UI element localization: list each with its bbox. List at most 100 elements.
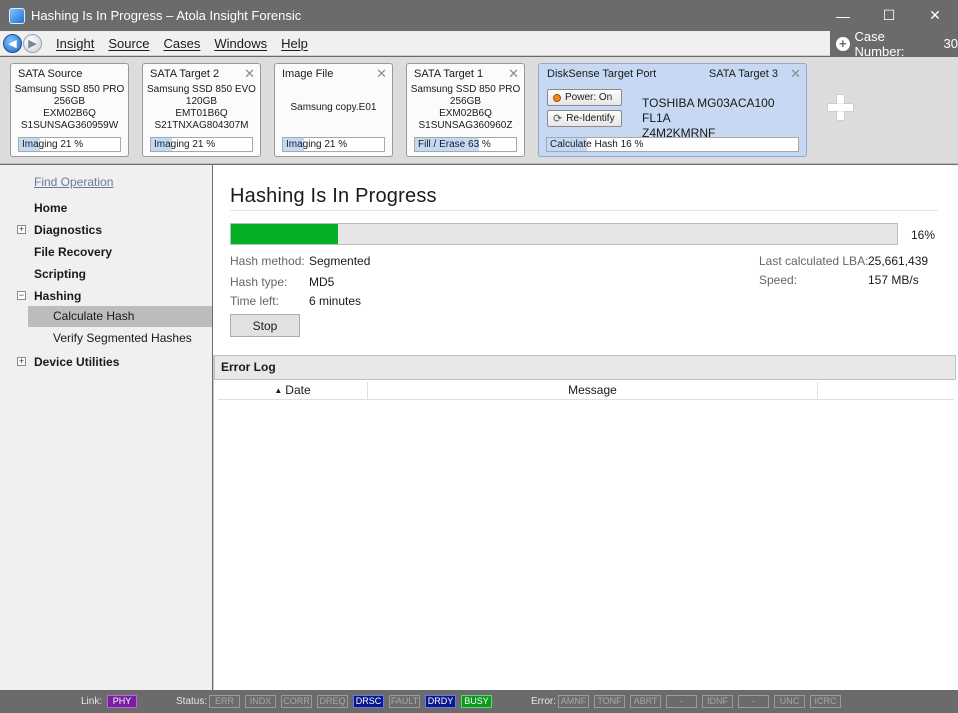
- sidebar-item-hashing[interactable]: − Hashing: [0, 289, 212, 305]
- sidebar-item-diagnostics[interactable]: + Diagnostics: [0, 223, 212, 239]
- progress-percent: 16%: [911, 228, 936, 242]
- device-card-info: Samsung copy.E01: [275, 102, 392, 114]
- device-task-percent: 21 %: [60, 139, 84, 150]
- column-header-date[interactable]: ▲ Date: [218, 382, 368, 400]
- device-capacity: 120GB: [185, 96, 218, 107]
- status-flag-fault: FAULT: [389, 695, 420, 708]
- device-serial: S1SUNSAG360960Z: [418, 120, 513, 131]
- device-model: TOSHIBA MG03ACA100 FL1A: [642, 96, 775, 125]
- forward-arrow-icon[interactable]: ▶: [23, 33, 42, 53]
- close-button[interactable]: ✕: [912, 0, 958, 31]
- device-card-sata-source[interactable]: SATA Source Samsung SSD 850 PRO 256GB EX…: [10, 63, 129, 157]
- device-task-status: Calculate Hash 16 %: [547, 138, 798, 151]
- device-firmware: EXM02B6Q: [43, 108, 96, 119]
- device-task-percent: 21 %: [192, 139, 216, 150]
- status-flag-drsc: DRSC: [353, 695, 384, 708]
- device-card-info: Samsung SSD 850 PRO 256GB EXM02B6Q S1SUN…: [407, 84, 524, 132]
- minimize-button[interactable]: —: [820, 0, 866, 31]
- sidebar-item-home[interactable]: Home: [0, 201, 212, 217]
- sidebar-item-calculate-hash[interactable]: Calculate Hash: [28, 306, 212, 327]
- sidebar-item-label: Diagnostics: [34, 223, 103, 237]
- error-label: Error:: [531, 696, 556, 707]
- error-flag-tonf: TONF: [594, 695, 625, 708]
- collapse-icon[interactable]: −: [17, 291, 26, 300]
- device-task-progress: Calculate Hash 16 %: [546, 137, 799, 152]
- operations-sidebar: Find Operation Home + Diagnostics File R…: [0, 165, 212, 690]
- device-task-progress: Imaging 21 %: [150, 137, 253, 152]
- device-task-progress: Fill / Erase 63 %: [414, 137, 517, 152]
- close-icon[interactable]: ✕: [244, 66, 255, 82]
- last-lba-label: Last calculated LBA:: [759, 254, 869, 268]
- power-button-label: Power: On: [565, 92, 613, 103]
- device-card-header: Image File: [282, 68, 334, 80]
- error-log-table-header: ▲ Date Message: [218, 382, 954, 400]
- status-flag-corr: CORR: [281, 695, 312, 708]
- device-model: Samsung SSD 850 EVO: [147, 84, 256, 95]
- status-bar: Link: PHY Status: ERR INDX CORR DREQ DRS…: [0, 691, 958, 713]
- status-flag-err: ERR: [209, 695, 240, 708]
- sort-ascending-icon: ▲: [274, 386, 283, 395]
- add-device-plus-icon[interactable]: [826, 93, 856, 123]
- menu-insight[interactable]: Insight: [56, 36, 94, 51]
- status-label: Status:: [176, 696, 208, 707]
- find-operation-link[interactable]: Find Operation: [34, 175, 113, 189]
- window-controls: — ☐ ✕: [820, 0, 958, 31]
- device-model-info: TOSHIBA MG03ACA100 FL1A Z4M2KMRNF: [642, 96, 806, 141]
- device-card-sata-target-2[interactable]: SATA Target 2 ✕ Samsung SSD 850 EVO 120G…: [142, 63, 261, 157]
- title-divider: [230, 210, 938, 211]
- menu-windows[interactable]: Windows: [214, 36, 267, 51]
- close-icon[interactable]: ✕: [376, 66, 387, 82]
- device-task-status: Fill / Erase 63 %: [415, 138, 516, 151]
- sidebar-item-label: Hashing: [34, 289, 82, 303]
- device-card-header: SATA Target 2: [150, 68, 220, 80]
- menu-cases[interactable]: Cases: [164, 36, 201, 51]
- re-identify-button[interactable]: ⟳ Re-Identify: [547, 110, 622, 127]
- sidebar-item-scripting[interactable]: Scripting: [0, 267, 212, 283]
- device-firmware: EXM02B6Q: [439, 108, 492, 119]
- menu-source[interactable]: Source: [108, 36, 149, 51]
- hash-method-label: Hash method:: [230, 254, 305, 268]
- hash-method-value: Segmented: [309, 254, 371, 268]
- sidebar-item-verify-segmented-hashes[interactable]: Verify Segmented Hashes: [28, 328, 212, 349]
- link-badge-phy: PHY: [107, 695, 137, 708]
- time-left-label: Time left:: [230, 294, 279, 308]
- device-card-image-file[interactable]: Image File ✕ Samsung copy.E01 Imaging 21…: [274, 63, 393, 157]
- error-flag-blank: -: [666, 695, 697, 708]
- error-flag-abrt: ABRT: [630, 695, 661, 708]
- device-task-percent: 63 %: [468, 139, 491, 150]
- error-flag-icrc: ICRC: [810, 695, 841, 708]
- stop-button[interactable]: Stop: [230, 314, 300, 337]
- error-flag-blank: -: [738, 695, 769, 708]
- device-firmware: EMT01B6Q: [175, 108, 228, 119]
- image-file-name: Samsung copy.E01: [290, 102, 377, 113]
- column-header-message[interactable]: Message: [368, 382, 818, 400]
- error-flag-unc: UNC: [774, 695, 805, 708]
- device-model: Samsung SSD 850 PRO: [14, 84, 125, 95]
- last-lba-value: 25,661,439: [868, 254, 929, 268]
- close-icon[interactable]: ✕: [508, 66, 519, 82]
- device-card-sata-target-1[interactable]: SATA Target 1 ✕ Samsung SSD 850 PRO 256G…: [406, 63, 525, 157]
- case-number-box[interactable]: + Case Number: 30: [830, 29, 958, 59]
- maximize-button[interactable]: ☐: [866, 0, 912, 31]
- status-flag-dreq: DREQ: [317, 695, 348, 708]
- back-arrow-icon[interactable]: ◀: [3, 33, 22, 53]
- close-icon[interactable]: ✕: [790, 66, 801, 82]
- expand-icon[interactable]: +: [17, 357, 26, 366]
- window-title: Hashing Is In Progress – Atola Insight F…: [31, 8, 302, 23]
- device-task-progress: Imaging 21 %: [18, 137, 121, 152]
- sidebar-item-file-recovery[interactable]: File Recovery: [0, 245, 212, 261]
- device-card-disksense-target-3[interactable]: DiskSense Target Port SATA Target 3 ✕ Po…: [538, 63, 807, 157]
- error-log-panel: Error Log ▲ Date Message: [213, 355, 958, 690]
- expand-icon[interactable]: +: [17, 225, 26, 234]
- device-serial: S1SUNSAG360959W: [20, 120, 119, 131]
- error-flag-idnf: IDNF: [702, 695, 733, 708]
- status-flag-indx: INDX: [245, 695, 276, 708]
- hashing-progress-panel: Hashing Is In Progress 16% Hash method: …: [213, 165, 958, 355]
- device-model: Samsung SSD 850 PRO: [410, 84, 521, 95]
- speed-label: Speed:: [759, 273, 798, 287]
- case-number-value: 30: [943, 36, 958, 51]
- sidebar-item-device-utilities[interactable]: + Device Utilities: [0, 355, 212, 371]
- device-panel: SATA Source Samsung SSD 850 PRO 256GB EX…: [0, 57, 958, 164]
- power-button[interactable]: Power: On: [547, 89, 622, 106]
- menu-help[interactable]: Help: [281, 36, 308, 51]
